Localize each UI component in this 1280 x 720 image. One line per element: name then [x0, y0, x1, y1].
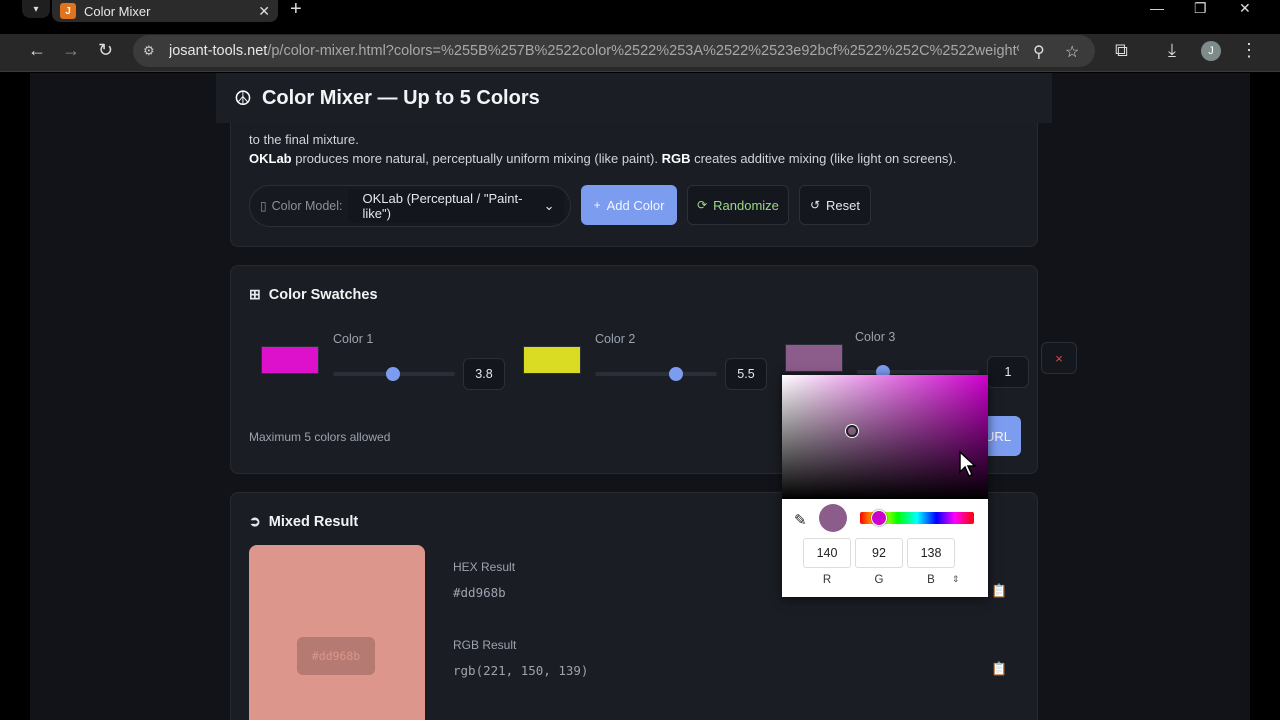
- swatch-name-3: Color 3: [855, 330, 896, 344]
- description-line-2: OKLab produces more natural, perceptuall…: [249, 151, 957, 166]
- weight-input-3[interactable]: 1: [987, 356, 1029, 388]
- browser-tab[interactable]: J Color Mixer ✕: [52, 0, 278, 22]
- reset-label: Reset: [826, 197, 861, 213]
- reset-button[interactable]: ↺ Reset: [799, 185, 871, 225]
- result-swatch: #dd968b: [249, 545, 425, 720]
- app-header: ☮ Color Mixer — Up to 5 Colors: [216, 73, 1052, 123]
- randomize-button[interactable]: ⟳ Randomize: [687, 185, 789, 225]
- address-bar[interactable]: ⚙ josant-tools.net/p/color-mixer.html?co…: [133, 35, 1095, 67]
- result-title: Mixed Result: [268, 513, 359, 530]
- max-colors-note: Maximum 5 colors allowed: [249, 430, 391, 444]
- description-line-1: to the final mixture.: [249, 132, 359, 147]
- add-color-button[interactable]: + Add Color: [581, 185, 677, 225]
- mode-toggle-icon[interactable]: ⇕: [952, 574, 960, 585]
- page-title: Color Mixer — Up to 5 Colors: [261, 86, 540, 109]
- rgb-result-value: rgb(221, 150, 139): [453, 663, 589, 678]
- color-swatch-3[interactable]: [785, 344, 843, 372]
- window-close-icon[interactable]: ✕: [1239, 0, 1251, 16]
- sv-handle[interactable]: [846, 425, 858, 437]
- browser-toolbar: ← → ↻ ⚙ josant-tools.net/p/color-mixer.h…: [0, 34, 1280, 72]
- color-model-value: OKLab (Perceptual / "Paint-like"): [362, 191, 523, 221]
- site-favicon-icon: J: [60, 3, 76, 19]
- profile-avatar[interactable]: J: [1201, 41, 1221, 61]
- color-swatch-2[interactable]: [523, 346, 581, 374]
- browser-tab-strip: ▾ J Color Mixer ✕ + — ❐ ✕: [0, 0, 1280, 34]
- close-icon: ×: [1055, 350, 1063, 366]
- swatch-name-1: Color 1: [333, 332, 374, 346]
- red-label: R: [822, 574, 832, 586]
- refresh-icon: ⟳: [697, 198, 708, 212]
- hue-thumb[interactable]: [871, 510, 887, 526]
- weight-slider-3[interactable]: [857, 365, 979, 379]
- add-color-label: Add Color: [606, 197, 665, 213]
- result-heading: ➲ Mixed Result: [249, 513, 358, 530]
- blue-label: B: [927, 574, 935, 586]
- color-swatch-1[interactable]: [261, 346, 319, 374]
- slider-thumb-1[interactable]: [386, 367, 401, 381]
- color-preview: [819, 504, 847, 532]
- new-tab-button[interactable]: +: [290, 0, 302, 19]
- hue-slider[interactable]: [860, 510, 974, 526]
- url-text: josant-tools.net/p/color-mixer.html?colo…: [169, 43, 1019, 59]
- clipboard-icon[interactable]: 📋: [991, 583, 1007, 599]
- zoom-search-icon[interactable]: ⚲: [1033, 42, 1045, 62]
- site-info-icon[interactable]: ⚙: [143, 43, 159, 59]
- color-model-select[interactable]: OKLab (Perceptual / "Paint-like") ⌄: [348, 189, 565, 223]
- result-hex-badge: #dd968b: [297, 637, 375, 675]
- swatch-name-2: Color 2: [595, 332, 636, 346]
- extensions-puzzle-icon[interactable]: ⧉: [1115, 40, 1128, 60]
- weight-input-2[interactable]: 5.5: [725, 358, 767, 390]
- weight-slider-1[interactable]: [333, 367, 455, 381]
- hex-result-label: HEX Result: [453, 560, 516, 574]
- tab-close-icon[interactable]: ✕: [258, 3, 270, 20]
- reset-icon: ↺: [809, 198, 821, 212]
- arrow-circle-icon: ➲: [249, 513, 261, 529]
- tab-search-chevron-icon[interactable]: ▾: [22, 0, 50, 18]
- saturation-value-area[interactable]: [782, 375, 988, 499]
- randomize-label: Randomize: [713, 197, 779, 213]
- eyedropper-icon[interactable]: ✎: [794, 511, 807, 529]
- green-label: G: [874, 574, 884, 586]
- document-icon: ▯: [260, 199, 267, 213]
- remove-color-button[interactable]: ×: [1041, 342, 1077, 374]
- chevron-down-icon: ⌄: [543, 198, 555, 213]
- color-picker-popup: ✎ 140 92 138 R G B ⇕: [782, 375, 988, 597]
- forward-arrow-icon[interactable]: →: [62, 40, 80, 60]
- clipboard-icon[interactable]: 📋: [991, 661, 1007, 677]
- back-arrow-icon[interactable]: ←: [28, 40, 46, 60]
- weight-slider-2[interactable]: [595, 367, 717, 381]
- minimize-icon[interactable]: —: [1150, 0, 1164, 16]
- color-model-label: Color Model:: [271, 199, 343, 213]
- restore-icon[interactable]: ❐: [1194, 0, 1207, 16]
- tab-title: Color Mixer: [84, 3, 151, 19]
- rgb-result-label: RGB Result: [453, 638, 517, 652]
- green-input[interactable]: 92: [855, 538, 903, 568]
- mouse-cursor-icon: [959, 450, 977, 478]
- color-model-group: ▯ Color Model: OKLab (Perceptual / "Pain…: [249, 185, 571, 227]
- slider-thumb-2[interactable]: [669, 367, 684, 381]
- weight-input-1[interactable]: 3.8: [463, 358, 505, 390]
- swatches-heading: ⊞ Color Swatches: [249, 286, 378, 303]
- hex-result-value: #dd968b: [453, 585, 506, 600]
- grid-icon: ⊞: [249, 286, 261, 302]
- plus-icon: +: [593, 198, 601, 212]
- red-input[interactable]: 140: [803, 538, 851, 568]
- peace-icon: ☮: [234, 87, 252, 110]
- swatches-title: Color Swatches: [268, 286, 378, 303]
- reload-icon[interactable]: ↻: [98, 40, 113, 60]
- blue-input[interactable]: 138: [907, 538, 955, 568]
- menu-kebab-icon[interactable]: ⋮: [1240, 40, 1258, 60]
- downloads-icon[interactable]: ⤓: [1168, 40, 1176, 60]
- web-page: ☮ Color Mixer — Up to 5 Colors to the fi…: [30, 73, 1250, 720]
- bookmark-star-icon[interactable]: ☆: [1065, 42, 1079, 62]
